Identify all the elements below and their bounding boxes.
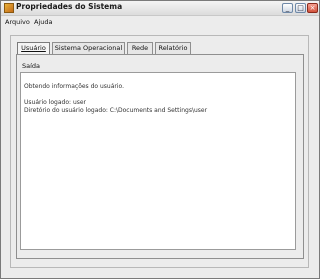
output-line: Obtendo informações do usuário. xyxy=(24,83,124,90)
output-text-area[interactable]: Obtendo informações do usuário. Usuário … xyxy=(20,72,296,250)
minimize-button[interactable]: _ xyxy=(282,3,293,13)
menu-ajuda[interactable]: Ajuda xyxy=(34,18,52,26)
tab-usuario[interactable]: Usuário xyxy=(17,42,50,54)
tab-rede-label: Rede xyxy=(131,44,149,52)
output-section-label: Saída xyxy=(22,62,41,70)
menu-bar: Arquivo Ajuda xyxy=(1,16,319,27)
tab-sistema-operacional-label: Sistema Operacional xyxy=(54,44,123,52)
title-bar[interactable]: Propriedades do Sistema _ □ × xyxy=(1,1,319,16)
app-icon xyxy=(4,3,14,13)
menu-arquivo[interactable]: Arquivo xyxy=(5,18,30,26)
maximize-button[interactable]: □ xyxy=(295,3,306,13)
output-line: Usuário logado: user xyxy=(24,99,87,106)
window-title: Propriedades do Sistema xyxy=(16,2,123,11)
tab-sistema-operacional[interactable]: Sistema Operacional xyxy=(52,42,125,54)
tab-rede[interactable]: Rede xyxy=(127,42,153,54)
close-button[interactable]: × xyxy=(307,3,318,13)
output-line: Diretório do usuário logado: C:\Document… xyxy=(24,107,208,114)
tab-usuario-label: Usuário xyxy=(21,44,46,52)
tab-relatorio[interactable]: Relatório xyxy=(155,42,191,54)
tab-relatorio-label: Relatório xyxy=(158,44,188,52)
